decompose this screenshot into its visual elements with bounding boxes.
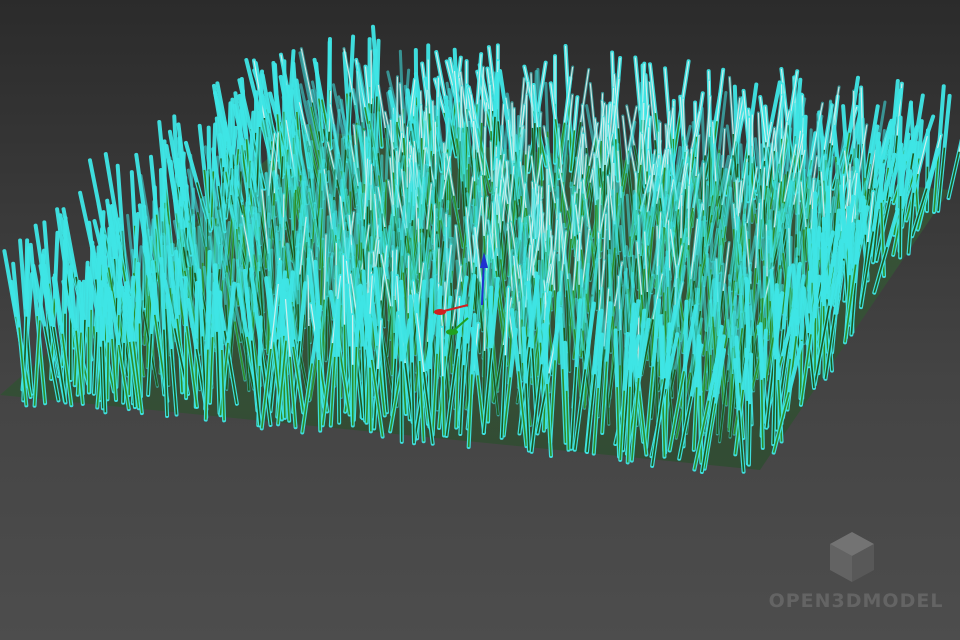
- watermark: OPEN3DMODEL: [766, 528, 946, 628]
- grass-blade-tip: [578, 232, 581, 285]
- watermark-text: OPEN3DMODEL: [768, 590, 944, 612]
- grass-blade-tip: [307, 274, 310, 327]
- grass-blade-tip: [680, 195, 683, 239]
- grass-blade: [106, 342, 110, 400]
- grass-blade: [947, 151, 960, 199]
- 3d-viewport[interactable]: OPEN3DMODEL: [0, 0, 960, 640]
- cube-icon: [830, 532, 874, 582]
- grass-blade-tip: [748, 117, 750, 156]
- grass-blade-tip: [622, 115, 629, 165]
- y-axis-handle[interactable]: [446, 329, 458, 335]
- grass-blade-tip: [513, 108, 515, 164]
- grass-blade-tip: [407, 255, 410, 314]
- grass-blade: [337, 356, 340, 423]
- x-axis-handle[interactable]: [434, 309, 446, 315]
- grass-blade: [369, 367, 372, 432]
